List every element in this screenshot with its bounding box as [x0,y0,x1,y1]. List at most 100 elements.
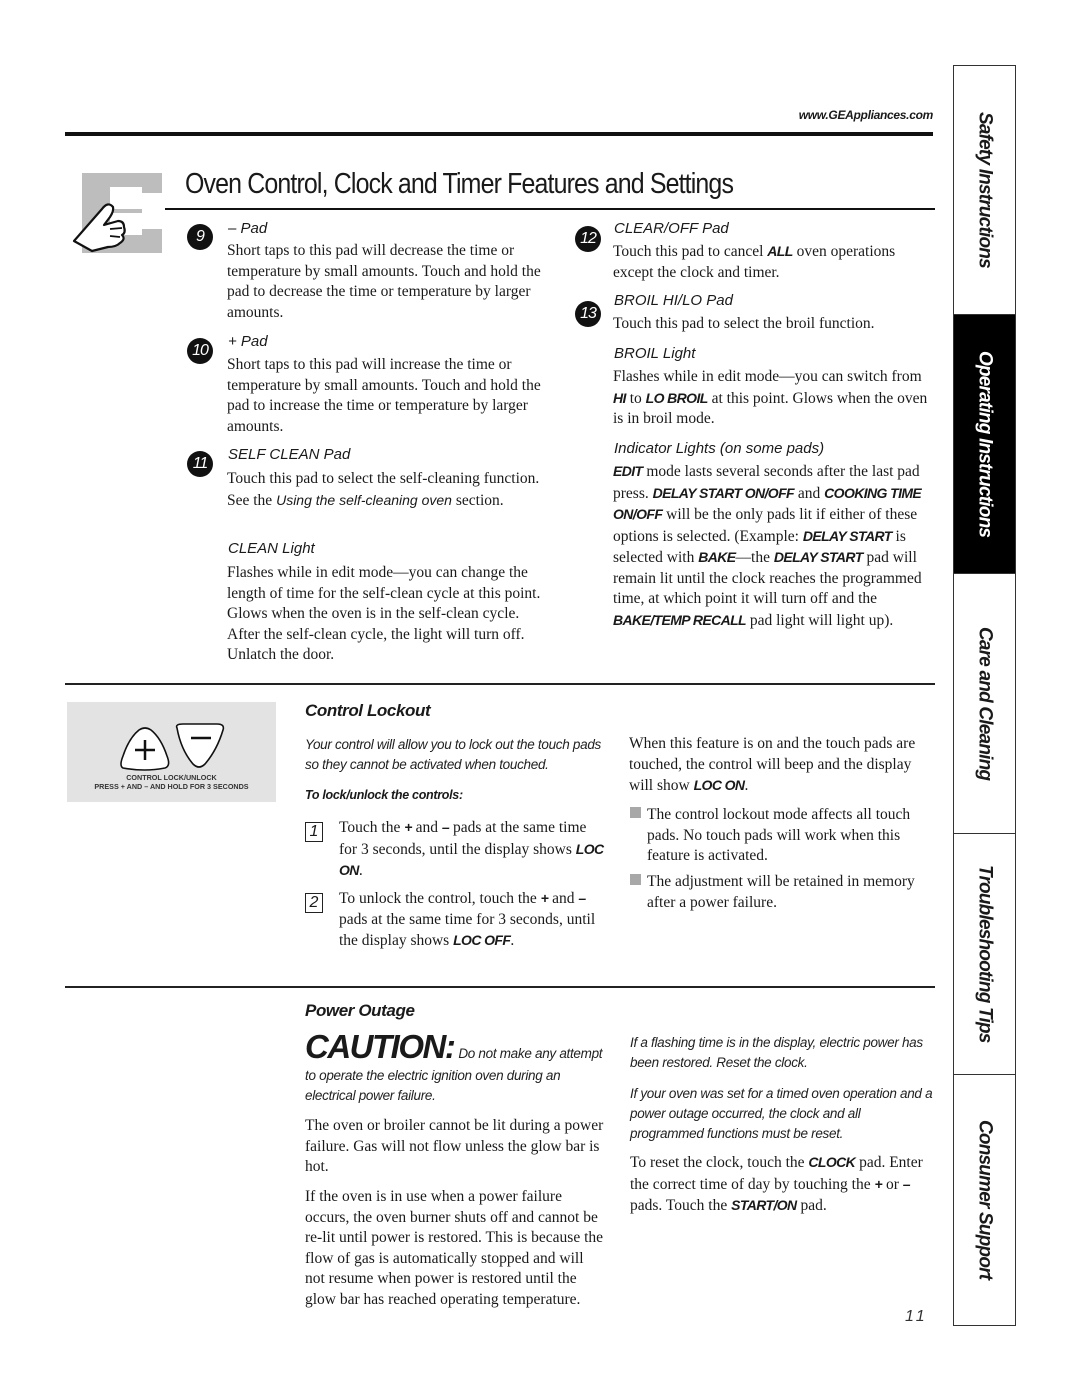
emphasis: CLOCK [808,1154,856,1170]
tab-troubleshooting-tips[interactable]: Troubleshooting Tips [953,833,1016,1075]
text-run: Flashes while in edit mode—you can switc… [613,368,922,385]
emphasis: START/ON [731,1197,797,1213]
section-title: Control Lockout [305,701,431,720]
text-run: or [882,1175,903,1193]
emphasis: DELAY START [802,527,892,544]
emphasis: BAKE/TEMP RECALL [613,611,747,628]
website-url[interactable]: www.GEAppliances.com [720,108,934,122]
feature-number-badge: 13 [575,301,601,327]
feature-subheading: CLEAN Light [228,540,315,557]
caution-block: CAUTION: Do not make any attempt to oper… [305,1028,605,1106]
tab-label: Consumer Support [974,1120,996,1280]
bullet-item: The control lockout mode affects all tou… [630,805,930,867]
feature-number-badge: 12 [575,226,601,252]
feature-text: Touch this pad to select the self-cleani… [227,469,557,511]
text-run: and [794,484,825,502]
text-run: pad. [796,1197,827,1214]
feature-heading: CLEAR/OFF Pad [614,220,729,237]
text-run: and [411,819,442,836]
text-run: Touch the [339,819,405,836]
step-text: Touch the + and – pads at the same time … [339,817,604,882]
feature-subtext: Flashes while in edit mode—you can chang… [227,564,541,663]
feature-number-badge: 9 [187,224,213,250]
section-divider [65,683,935,685]
emphasis: DELAY START [773,549,863,565]
emphasis: LOC OFF [453,932,511,948]
feature-number-badge: 10 [187,338,213,364]
outage-paragraph: The oven or broiler cannot be lit during… [305,1117,604,1175]
emphasis: + [404,819,412,835]
feature-heading: + Pad [228,333,268,350]
text-run: . [358,862,363,879]
emphasis: DELAY START ON/OFF [652,484,795,501]
section-intro: Your control will allow you to lock out … [305,737,601,772]
lock-caption: PRESS + AND – AND HOLD FOR 3 SECONDS [94,782,249,791]
text-run: —the [735,549,774,566]
emphasis: HI [613,389,626,406]
caution-label: CAUTION: [305,1028,456,1065]
emphasis: – [902,1175,911,1192]
emphasis: ALL [767,243,793,259]
section-title: Power Outage [305,1001,415,1020]
page-title: Oven Control, Clock and Timer Features a… [185,168,734,200]
text-run: To reset the clock, touch the [630,1154,809,1171]
emphasis: EDIT [613,463,643,479]
page-number: 11 [905,1308,928,1325]
tab-label: Troubleshooting Tips [974,865,996,1043]
tab-care-and-cleaning[interactable]: Care and Cleaning [953,573,1016,834]
indicator-text: EDIT mode lasts several seconds after th… [613,461,938,631]
feature-text: Short taps to this pad will decrease the… [227,242,541,321]
step-number: 2 [305,893,323,913]
outage-note: If a flashing time is in the display, el… [630,1035,923,1070]
feature-subheading: BROIL Light [614,345,696,362]
control-lock-illustration: CONTROL LOCK/UNLOCK PRESS + AND – AND HO… [67,702,276,802]
reset-clock-instructions: To reset the clock, touch the CLOCK pad.… [630,1152,940,1217]
square-bullet-icon [630,874,641,885]
tab-safety-instructions[interactable]: Safety Instructions [953,65,1016,315]
text-run: Touch this pad to cancel [613,243,768,260]
feature-subtext: Flashes while in edit mode—you can switc… [613,367,938,430]
hand-pressing-pad-icon [72,173,164,253]
emphasis: BAKE [698,549,736,565]
feature-heading: – Pad [228,220,268,237]
tab-label: Safety Instructions [974,112,996,268]
emphasis: – [578,890,586,906]
square-bullet-icon [630,807,641,818]
step-text: To unlock the control, touch the + and –… [339,888,597,952]
text-run: To unlock the control, touch the [339,890,541,907]
lockout-description: When this feature is on and the touch pa… [629,734,929,797]
emphasis: + [874,1175,883,1192]
text-run: . [744,777,749,794]
feature-heading: BROIL HI/LO Pad [614,292,733,309]
feature-heading: SELF CLEAN Pad [228,446,351,463]
lock-caption: CONTROL LOCK/UNLOCK [126,773,217,782]
tab-label: Care and Cleaning [974,626,996,781]
text-run: section. [451,491,504,509]
text-run: pads. Touch the [630,1197,732,1214]
steps-heading: To lock/unlock the controls: [305,788,463,802]
section-reference-link[interactable]: Using the self-cleaning oven [276,492,452,508]
tab-operating-instructions[interactable]: Operating Instructions [953,314,1016,574]
bullet-text: The control lockout mode affects all tou… [647,806,911,864]
plus-minus-pads-icon [120,723,225,771]
bullet-text: The adjustment will be retained in memor… [647,873,915,911]
section-divider [65,986,935,988]
outage-paragraph: If the oven is in use when a power failu… [305,1188,604,1308]
step-number: 1 [305,822,323,842]
tab-consumer-support[interactable]: Consumer Support [953,1074,1016,1326]
feature-text: Touch this pad to cancel ALL oven operat… [613,241,933,283]
title-rule [165,208,935,210]
outage-note: If your oven was set for a timed oven op… [630,1086,933,1141]
bullet-item: The adjustment will be retained in memor… [630,872,930,913]
indicator-heading: Indicator Lights (on some pads) [614,440,825,457]
feature-number-badge: 11 [187,451,213,477]
header-rule [65,132,933,136]
emphasis: LO BROIL [645,389,709,406]
text-run: to [625,389,646,407]
emphasis: LOC ON [693,777,745,793]
text-run: and [548,890,579,907]
feature-text: Short taps to this pad will increase the… [227,356,541,435]
text-run: pad light will light up). [746,611,894,629]
text-run: . [510,932,515,949]
tab-label: Operating Instructions [974,350,996,538]
